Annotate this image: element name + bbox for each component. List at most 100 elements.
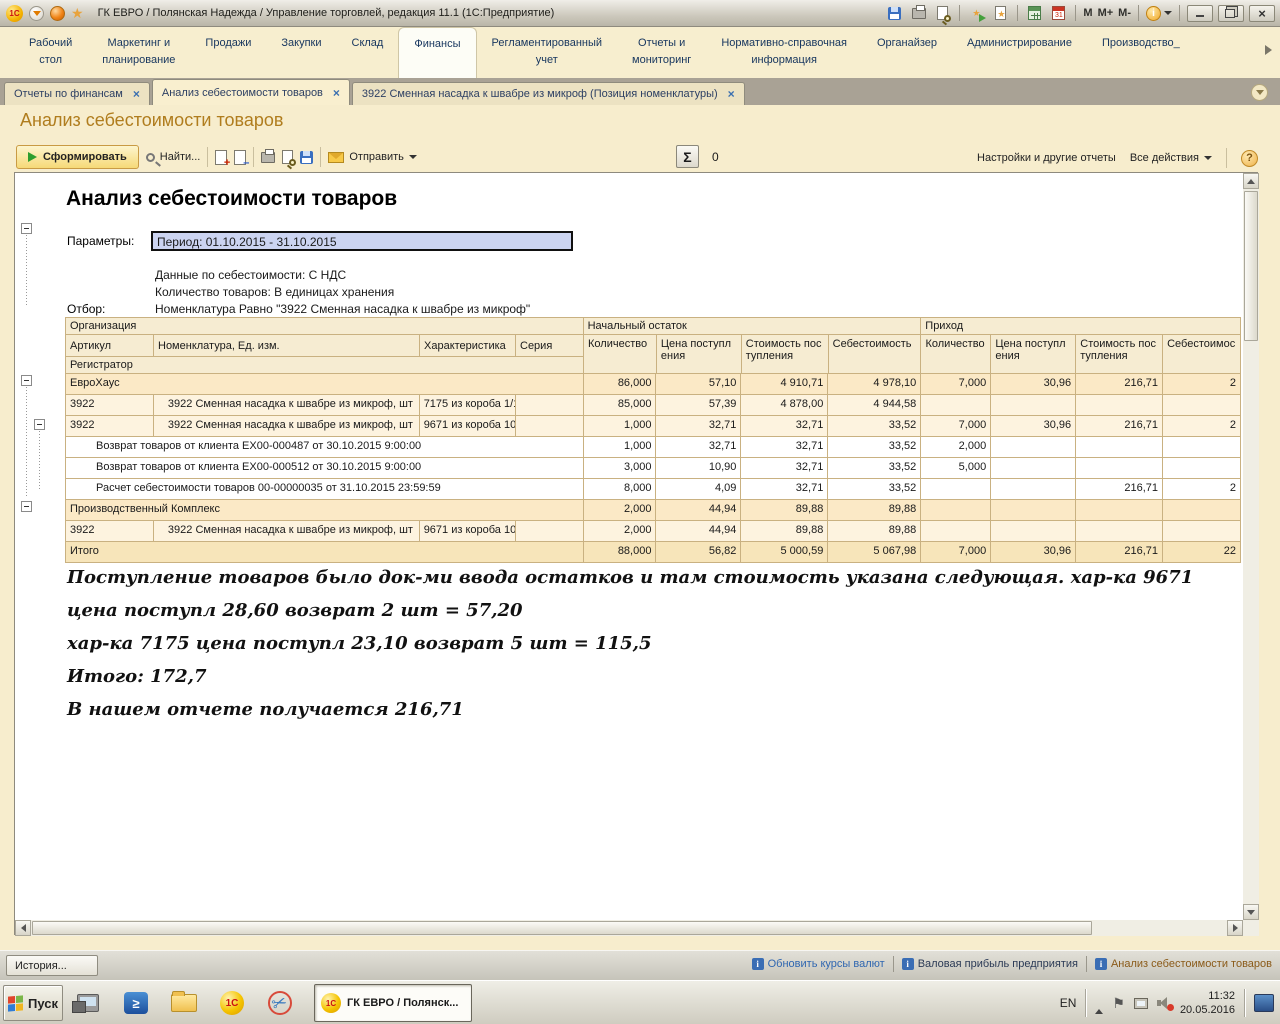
- minimize-button[interactable]: [1187, 5, 1213, 22]
- save-report-button[interactable]: [300, 151, 313, 164]
- restore-button[interactable]: [1218, 5, 1244, 22]
- table-cell: [991, 479, 1076, 500]
- memory-m-minus-button[interactable]: M-: [1118, 7, 1131, 19]
- table-cell: 2: [1163, 416, 1241, 437]
- volume-muted-icon[interactable]: [1157, 997, 1171, 1009]
- section-tab[interactable]: Рабочий стол: [14, 27, 87, 78]
- table-cell: 3922: [66, 416, 154, 437]
- send-label: Отправить: [349, 151, 404, 163]
- section-tab[interactable]: Отчеты и мониторинг: [617, 27, 706, 78]
- find-button[interactable]: Найти...: [146, 151, 201, 163]
- document-tab-label: 3922 Сменная насадка к швабре из микроф …: [362, 88, 718, 100]
- calendar-button[interactable]: 31: [1049, 4, 1068, 22]
- all-actions-button[interactable]: Все действия: [1130, 152, 1212, 164]
- scroll-left-button[interactable]: [15, 920, 31, 936]
- status-link[interactable]: iАнализ себестоимости товаров: [1095, 958, 1272, 970]
- scroll-down-button[interactable]: [1243, 904, 1259, 920]
- status-link[interactable]: iВаловая прибыль предприятия: [902, 958, 1078, 970]
- tree-collapse-box[interactable]: [34, 419, 45, 430]
- quicklaunch-system-icon[interactable]: [70, 987, 106, 1019]
- action-center-flag-icon[interactable]: ⚑: [1112, 995, 1125, 1012]
- quicklaunch-powershell-icon[interactable]: ≥: [118, 987, 154, 1019]
- section-tab-label: Нормативно-справочная информация: [721, 37, 847, 66]
- section-tab[interactable]: Закупки: [266, 27, 336, 78]
- print-preview-button[interactable]: [933, 4, 952, 22]
- expand-groups-button[interactable]: [215, 150, 227, 165]
- vertical-scroll-thumb[interactable]: [1244, 191, 1258, 341]
- network-icon[interactable]: [1134, 998, 1148, 1009]
- add-favorite-button[interactable]: ★: [991, 4, 1010, 22]
- section-tab[interactable]: Склад: [337, 27, 399, 78]
- document-tab[interactable]: Анализ себестоимости товаров×: [152, 79, 350, 105]
- collapse-panel-button[interactable]: [1251, 84, 1268, 101]
- active-task-button[interactable]: 1С ГК ЕВРО / Полянск...: [314, 984, 472, 1022]
- close-tab-icon[interactable]: ×: [133, 87, 140, 101]
- page-icon: [282, 150, 293, 164]
- collapse-groups-button[interactable]: [234, 150, 246, 165]
- section-tab[interactable]: Производство_: [1087, 27, 1195, 78]
- table-row: Возврат товаров от клиента EX00-000487 о…: [66, 437, 1241, 458]
- section-tab[interactable]: Продажи: [190, 27, 266, 78]
- section-tab[interactable]: Финансы: [398, 27, 476, 78]
- table-cell: [516, 416, 584, 437]
- document-tab[interactable]: Отчеты по финансам×: [4, 82, 150, 105]
- goto-favorites-button[interactable]: ★: [967, 4, 986, 22]
- document-tab[interactable]: 3922 Сменная насадка к швабре из микроф …: [352, 82, 745, 105]
- quicklaunch-explorer-icon[interactable]: [166, 987, 202, 1019]
- start-button[interactable]: Пуск: [3, 985, 63, 1021]
- tree-collapse-box[interactable]: [21, 223, 32, 234]
- sections-scroll-right-icon[interactable]: [1265, 45, 1272, 55]
- main-menu-button[interactable]: [29, 6, 44, 21]
- print-button[interactable]: [909, 4, 928, 22]
- language-indicator[interactable]: EN: [1060, 996, 1077, 1010]
- save-button[interactable]: [885, 4, 904, 22]
- close-tab-icon[interactable]: ×: [333, 86, 340, 100]
- preview-report-button[interactable]: [282, 150, 293, 164]
- param-quantity: Количество товаров: В единицах хранения: [155, 285, 394, 299]
- section-tab-label: Финансы: [414, 38, 460, 50]
- tree-collapse-box[interactable]: [21, 375, 32, 386]
- scroll-up-button[interactable]: [1243, 173, 1259, 189]
- memory-m-button[interactable]: M: [1083, 7, 1092, 19]
- table-cell: 89,88: [828, 500, 921, 521]
- printer-icon: [261, 152, 275, 163]
- tree-collapse-box[interactable]: [21, 501, 32, 512]
- section-tab[interactable]: Органайзер: [862, 27, 952, 78]
- section-tab[interactable]: Администрирование: [952, 27, 1087, 78]
- section-tabs-bar: Рабочий столМаркетинг и планированиеПрод…: [0, 27, 1280, 78]
- app-1c-icon[interactable]: 1С: [6, 5, 23, 22]
- help-button[interactable]: ?: [1241, 150, 1258, 167]
- close-tab-icon[interactable]: ×: [728, 87, 735, 101]
- show-hidden-icons-button[interactable]: [1095, 997, 1103, 1009]
- send-button[interactable]: Отправить: [328, 151, 417, 163]
- table-cell: 44,94: [656, 500, 741, 521]
- favorites-star-icon[interactable]: ★: [71, 6, 84, 20]
- quicklaunch-1c-icon[interactable]: 1С: [214, 987, 250, 1019]
- status-link[interactable]: iОбновить курсы валют: [752, 958, 885, 970]
- memory-m-plus-button[interactable]: M+: [1098, 7, 1114, 19]
- status-links: iОбновить курсы валют iВаловая прибыль пр…: [752, 956, 1272, 972]
- generate-button[interactable]: Сформировать: [16, 145, 139, 169]
- info-dropdown[interactable]: i: [1146, 6, 1172, 21]
- period-parameter-cell[interactable]: Период: 01.10.2015 - 31.10.2015: [151, 231, 573, 251]
- section-tab[interactable]: Нормативно-справочная информация: [706, 27, 862, 78]
- table-cell: 30,96: [991, 416, 1076, 437]
- close-button[interactable]: [1249, 5, 1275, 22]
- orange-ball-icon[interactable]: [50, 6, 65, 21]
- section-tab[interactable]: Маркетинг и планирование: [87, 27, 190, 78]
- calculator-button[interactable]: [1025, 4, 1044, 22]
- scroll-right-button[interactable]: [1227, 920, 1243, 936]
- show-desktop-button[interactable]: [1254, 994, 1274, 1012]
- print-report-button[interactable]: [261, 152, 275, 163]
- table-cell: 4 944,58: [828, 395, 921, 416]
- settings-reports-link[interactable]: Настройки и другие отчеты: [977, 152, 1116, 164]
- horizontal-scroll-thumb[interactable]: [32, 921, 1092, 935]
- tray-clock[interactable]: 11:32 20.05.2016: [1180, 989, 1235, 1017]
- section-tab[interactable]: Регламентированный учет: [477, 27, 618, 78]
- column-header: Стоимость поступления: [1076, 335, 1163, 374]
- autosum-button[interactable]: Σ: [676, 145, 699, 168]
- history-button[interactable]: История...: [6, 955, 98, 976]
- section-tab-label: Регламентированный учет: [492, 37, 603, 66]
- column-header: Себестоимость: [829, 335, 922, 374]
- quicklaunch-snipping-icon[interactable]: ✂: [262, 987, 298, 1019]
